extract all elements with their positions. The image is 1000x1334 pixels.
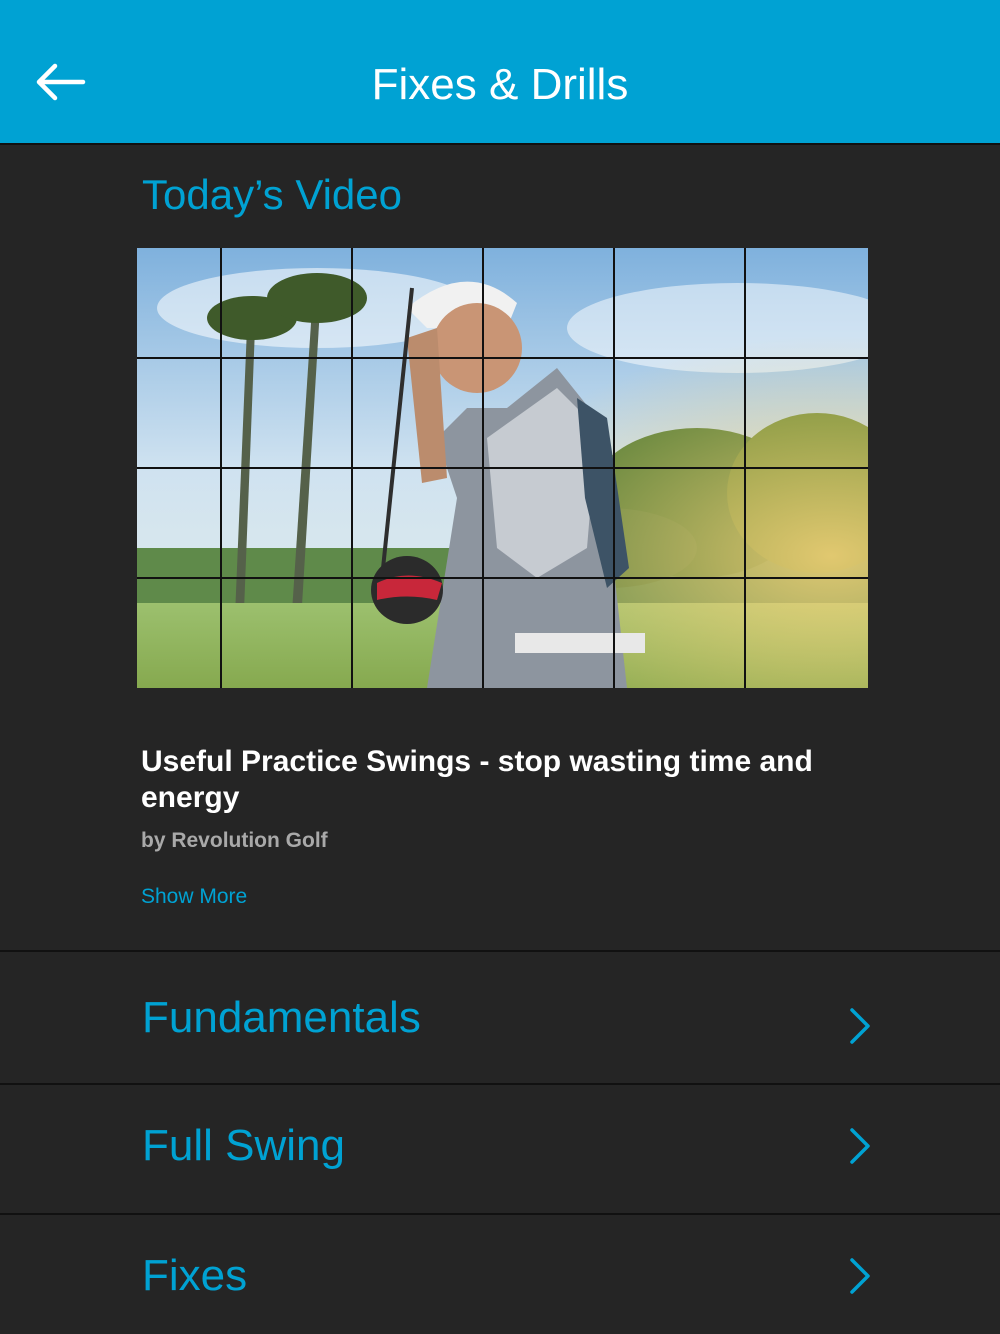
top-bar: Fixes & Drills	[0, 0, 1000, 145]
divider	[0, 1213, 1000, 1215]
category-row-fundamentals[interactable]: Fundamentals	[0, 954, 1000, 1082]
todays-video-heading: Today’s Video	[142, 171, 402, 218]
page-title: Fixes & Drills	[371, 60, 629, 109]
chevron-right-icon	[846, 1006, 874, 1046]
chevron-right-icon	[846, 1126, 874, 1166]
golfer-thumbnail-image	[137, 248, 868, 688]
video-author: by Revolution Golf	[141, 829, 328, 852]
category-label: Full Swing	[142, 1121, 345, 1170]
category-label: Fixes	[142, 1251, 248, 1300]
category-row-full-swing[interactable]: Full Swing	[0, 1086, 1000, 1214]
category-row-fixes[interactable]: Fixes	[0, 1216, 1000, 1334]
video-title: Useful Practice Swings - stop wasting ti…	[141, 745, 813, 814]
divider	[0, 1083, 1000, 1085]
category-label: Fundamentals	[142, 993, 421, 1042]
show-more-link[interactable]: Show More	[141, 884, 247, 910]
video-thumbnail[interactable]	[137, 248, 868, 688]
divider	[0, 950, 1000, 952]
chevron-right-icon	[846, 1256, 874, 1296]
